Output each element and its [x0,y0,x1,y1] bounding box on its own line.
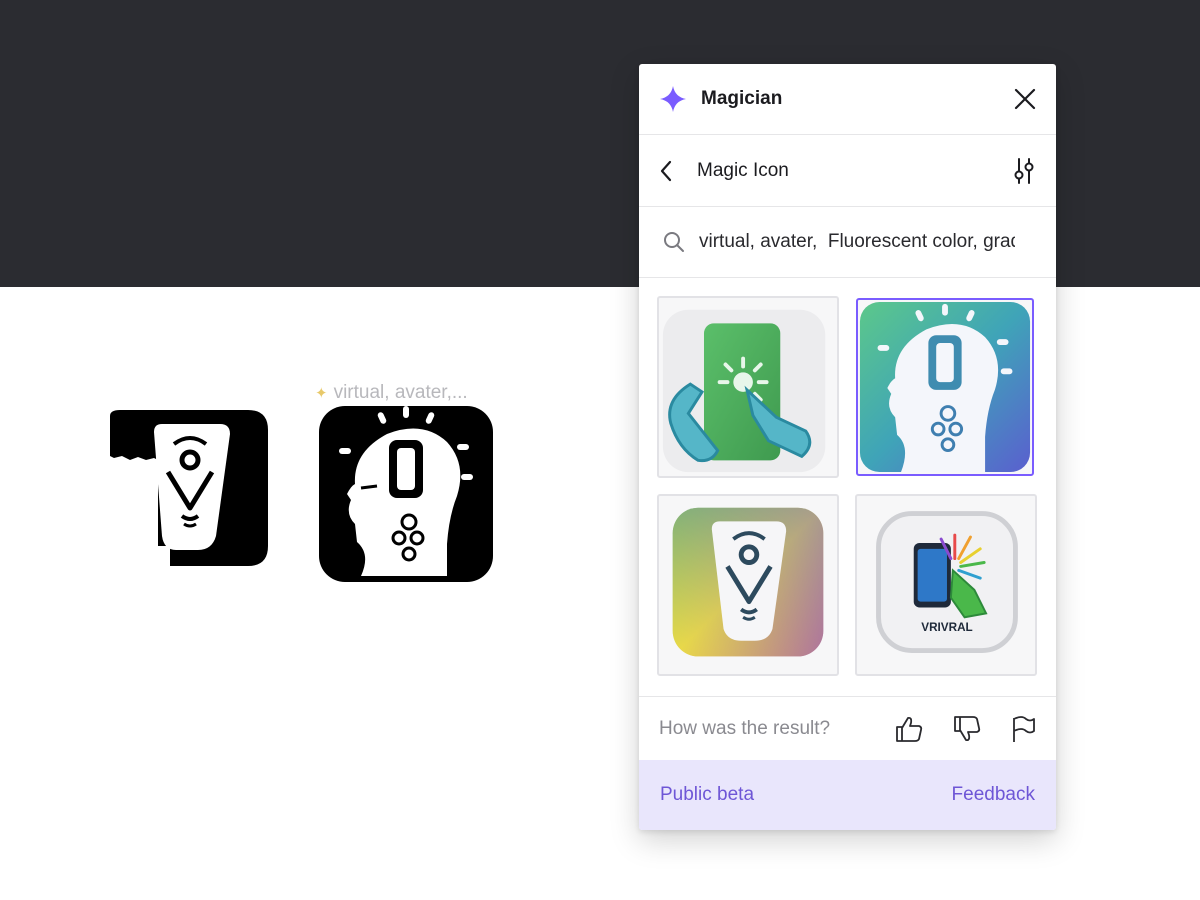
close-icon[interactable] [1014,88,1036,110]
canvas-pin-icon[interactable] [108,408,270,568]
result-tile-1[interactable] [657,296,839,478]
search-bar [639,207,1056,278]
search-input[interactable] [699,231,1015,253]
generated-icon-label: ✦ virtual, avater,... [315,382,468,403]
feedback-row: How was the result? [639,696,1056,760]
panel-title: Magician [701,88,783,109]
sparkle-small-icon: ✦ [315,385,328,402]
flag-icon[interactable] [1010,715,1036,743]
tile-4-caption: VRIVRAL [921,621,972,634]
sliders-icon[interactable] [1012,157,1036,185]
section-title: Magic Icon [697,159,789,181]
panel-footer: Public beta Feedback [639,760,1056,830]
results-grid: VRIVRAL [657,296,1038,676]
feedback-actions [894,715,1036,743]
magician-panel: Magician Magic Icon virtual, avater, Flu… [639,64,1056,830]
result-tile-2[interactable] [856,298,1034,476]
canvas-head-icon[interactable] [317,404,495,584]
thumbs-up-icon[interactable] [894,715,924,743]
result-tile-3[interactable] [657,494,839,676]
feedback-link[interactable]: Feedback [952,784,1035,806]
feedback-question: How was the result? [659,717,831,739]
thumbs-down-icon[interactable] [952,715,982,743]
panel-header: Magician [639,64,1056,135]
panel-nav: Magic Icon [639,135,1056,207]
search-icon [663,231,685,253]
chevron-left-icon[interactable] [659,160,673,182]
public-beta-label: Public beta [660,784,755,805]
sparkle-icon [659,85,687,113]
result-tile-4[interactable]: VRIVRAL [855,494,1037,676]
